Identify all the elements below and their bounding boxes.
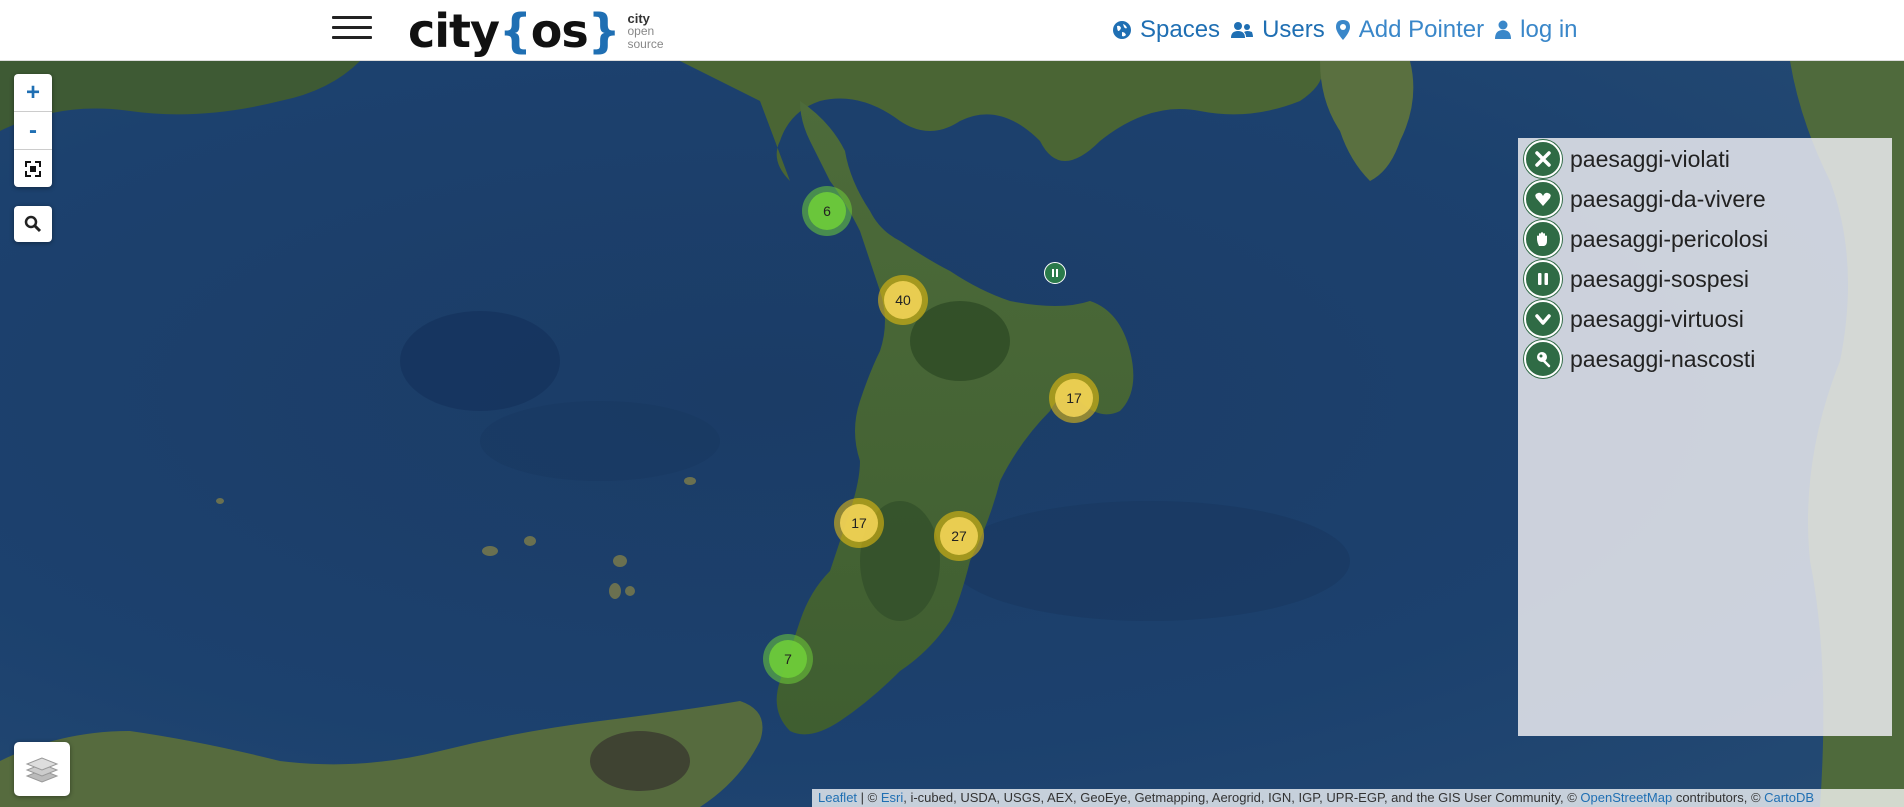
nav-users-link[interactable]: Users	[1230, 16, 1325, 44]
cluster-count: 17	[840, 504, 878, 542]
category-legend: paesaggi-violati paesaggi-da-vivere paes…	[1518, 138, 1892, 736]
legend-item-paesaggi-da-vivere[interactable]: paesaggi-da-vivere	[1518, 179, 1892, 219]
globe-icon	[1112, 20, 1132, 40]
main-nav: Spaces Users Add Pointer log in	[1112, 0, 1588, 60]
pause-marker[interactable]	[1044, 262, 1066, 284]
map-cluster[interactable]: 6	[802, 186, 852, 236]
users-icon	[1230, 20, 1254, 40]
map-attribution: Leaflet | © Esri, i-cubed, USDA, USGS, A…	[812, 789, 1904, 807]
fullscreen-icon	[25, 160, 41, 177]
map-marker-icon	[1335, 19, 1351, 41]
legend-item-paesaggi-nascosti[interactable]: paesaggi-nascosti	[1518, 339, 1892, 379]
legend-item-paesaggi-sospesi[interactable]: paesaggi-sospesi	[1518, 259, 1892, 299]
hamburger-menu-icon[interactable]	[332, 16, 372, 40]
fullscreen-button[interactable]	[14, 150, 52, 187]
hand-icon	[1524, 220, 1562, 258]
layers-button[interactable]	[14, 742, 70, 796]
cartodb-link[interactable]: CartoDB	[1764, 790, 1814, 805]
nav-login-link[interactable]: log in	[1494, 16, 1578, 44]
legend-item-paesaggi-virtuosi[interactable]: paesaggi-virtuosi	[1518, 299, 1892, 339]
heart-icon	[1524, 180, 1562, 218]
zoom-out-button[interactable]: -	[14, 112, 52, 150]
check-icon	[1524, 300, 1562, 338]
map-canvas[interactable]: + - 6 40 17 17 27 7 paesaggi-violati pae…	[0, 61, 1904, 807]
x-icon	[1524, 140, 1562, 178]
pause-icon	[1524, 260, 1562, 298]
cluster-count: 6	[808, 192, 846, 230]
search-button[interactable]	[14, 206, 52, 242]
legend-item-paesaggi-violati[interactable]: paesaggi-violati	[1518, 139, 1892, 179]
pause-icon	[1052, 269, 1058, 277]
layers-icon	[25, 757, 59, 783]
openstreetmap-link[interactable]: OpenStreetMap	[1580, 790, 1672, 805]
search-icon	[24, 215, 42, 233]
cluster-count: 40	[884, 281, 922, 319]
pin-icon	[1524, 340, 1562, 378]
zoom-in-button[interactable]: +	[14, 74, 52, 112]
nav-spaces-link[interactable]: Spaces	[1112, 16, 1220, 44]
map-cluster[interactable]: 17	[834, 498, 884, 548]
map-cluster[interactable]: 40	[878, 275, 928, 325]
nav-add-pointer-link[interactable]: Add Pointer	[1335, 16, 1484, 44]
map-cluster[interactable]: 27	[934, 511, 984, 561]
zoom-control: + -	[14, 74, 52, 187]
top-navbar: city{os} city open source Spaces Users A…	[0, 0, 1904, 61]
cityos-logo[interactable]: city{os} city open source	[408, 4, 664, 58]
map-cluster[interactable]: 17	[1049, 373, 1099, 423]
cluster-count: 17	[1055, 379, 1093, 417]
legend-item-paesaggi-pericolosi[interactable]: paesaggi-pericolosi	[1518, 219, 1892, 259]
cluster-count: 7	[769, 640, 807, 678]
esri-link[interactable]: Esri	[881, 790, 903, 805]
cluster-count: 27	[940, 517, 978, 555]
map-cluster[interactable]: 7	[763, 634, 813, 684]
leaflet-link[interactable]: Leaflet	[818, 790, 857, 805]
user-icon	[1494, 20, 1512, 40]
